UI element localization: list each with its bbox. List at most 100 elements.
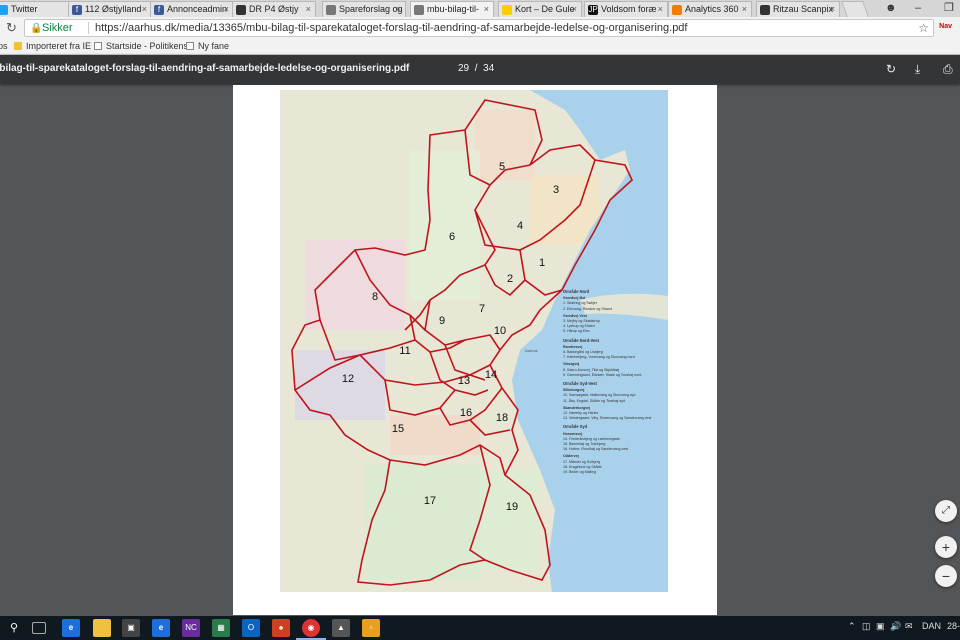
edge-icon[interactable]: e: [62, 619, 80, 637]
pdf-page: 1 2 3 4 5 6 7 8 9 10 11 12 13 14 15 16 17 18 19 Aarhus Omr…: [233, 85, 717, 615]
tab[interactable]: Twitter×: [0, 1, 78, 17]
tab-close-icon[interactable]: ×: [396, 2, 401, 17]
facebook-icon: f: [72, 5, 82, 15]
minimize-icon[interactable]: –: [915, 0, 921, 16]
district-number: 1: [539, 257, 545, 269]
bookmark-politiken[interactable]: Startside - Politikens: [94, 39, 188, 54]
map-legend: Område Nord Grenåvej Øst 1. Skæring og Søb…: [563, 286, 663, 475]
windows-taskbar: ⚲ e ▣ e NC ▦ O ♠ ◉ ▲ ▫ ⌃ ◫ ▣ 🔊 ✉ DAN 28-: [0, 616, 960, 640]
tab-label: 112 Østjylland: [85, 4, 142, 14]
district-number: 11: [399, 345, 410, 357]
district-tint: [480, 470, 540, 570]
extension-icon[interactable]: Nav: [939, 23, 952, 30]
legend-item: 2. Ellevang, Risskov og Strand: [563, 306, 612, 311]
download-icon[interactable]: ⤓: [915, 62, 920, 77]
tab[interactable]: f Annonceadmin ×: [150, 1, 234, 17]
tab[interactable]: Kort – De Gule ×: [498, 1, 582, 17]
legend-heading: Område Nord: [563, 289, 590, 294]
profile-icon[interactable]: ☻: [885, 0, 897, 16]
tab-label: DR P4 Østjy: [249, 4, 299, 14]
district-number: 2: [507, 273, 513, 285]
zoom-in-button[interactable]: +: [935, 536, 957, 558]
tab[interactable]: f 112 Østjylland ×: [68, 1, 152, 17]
tab-close-icon[interactable]: ×: [572, 2, 577, 17]
legend-item: 13. Viestergaard, Viby, Rosenvang og Søn…: [563, 416, 652, 421]
search-icon[interactable]: ⚲: [5, 619, 23, 637]
tab-close-icon[interactable]: ×: [306, 2, 311, 17]
tab-close-icon[interactable]: ×: [658, 2, 663, 17]
language-indicator[interactable]: DAN: [922, 621, 941, 631]
bookmarks-bar: ps Importeret fra IE Startside - Politik…: [0, 39, 960, 55]
rotate-icon[interactable]: ↻: [886, 62, 896, 76]
jp-icon: JP: [588, 5, 598, 15]
tab-close-icon[interactable]: ×: [142, 2, 147, 17]
page-indicator: 29 / 34: [458, 63, 494, 74]
tray-app-icon[interactable]: ▣: [876, 621, 885, 632]
secure-label[interactable]: Sikker: [42, 20, 73, 36]
lock-icon[interactable]: 🔒: [30, 21, 42, 37]
chrome-icon[interactable]: ◉: [296, 619, 326, 640]
url-text[interactable]: https://aarhus.dk/media/13365/mbu-bilag-…: [95, 20, 687, 36]
district-number: 4: [517, 220, 523, 232]
browser-toolbar: ↻ 🔒 Sikker https://aarhus.dk/media/13365…: [0, 17, 960, 39]
tab[interactable]: Analytics 360 ×: [668, 1, 752, 17]
tab[interactable]: Ritzau Scanpix ×: [756, 1, 840, 17]
bookmark-folder-ie[interactable]: Importeret fra IE: [14, 39, 91, 54]
message-icon[interactable]: ✉: [905, 621, 913, 632]
district-number: 8: [372, 291, 378, 303]
tab[interactable]: JP Voldsom foræ ×: [584, 1, 668, 17]
legend-item: 7. Katrinebjerg, Vorrevang og Skovvang n…: [563, 355, 635, 360]
page-icon: [186, 42, 194, 50]
task-view-icon[interactable]: [32, 622, 46, 634]
tab-label: Voldsom foræ: [601, 4, 657, 14]
facebook-icon: f: [154, 5, 164, 15]
tab-close-icon[interactable]: ×: [830, 2, 835, 17]
tray-chevron-icon[interactable]: ⌃: [848, 621, 856, 632]
store-icon[interactable]: ▣: [122, 619, 140, 637]
bookmark-star-icon[interactable]: ☆: [918, 20, 929, 36]
district-number: 18: [496, 412, 508, 424]
print-icon[interactable]: ⎙: [943, 62, 953, 77]
spotify-icon[interactable]: ♠: [272, 619, 290, 637]
tab-close-icon[interactable]: ×: [224, 2, 229, 17]
newscycle-icon[interactable]: NC: [182, 619, 200, 637]
photos-icon[interactable]: ▲: [332, 619, 350, 637]
tab-label: Analytics 360: [685, 4, 739, 14]
yellow-pages-icon: [502, 5, 512, 15]
file-explorer-icon[interactable]: [93, 619, 111, 637]
outlook-icon[interactable]: O: [242, 619, 260, 637]
volume-icon[interactable]: 🔊: [890, 621, 901, 632]
tab[interactable]: mbu-bilag-til- ×: [410, 1, 494, 17]
tab-label: Kort – De Gule: [515, 4, 575, 14]
reload-icon[interactable]: ↻: [6, 20, 17, 36]
district-tint: [365, 465, 480, 580]
address-bar[interactable]: 🔒 Sikker https://aarhus.dk/media/13365/m…: [24, 19, 934, 37]
excel-icon[interactable]: ▦: [212, 619, 230, 637]
district-number: 13: [458, 375, 470, 387]
tab-close-icon[interactable]: ×: [484, 2, 489, 17]
zoom-out-button[interactable]: −: [935, 565, 957, 587]
network-icon[interactable]: ◫: [862, 621, 871, 632]
tab-label: mbu-bilag-til-: [427, 4, 480, 14]
restore-icon[interactable]: ❐: [944, 0, 954, 16]
district-number: 16: [460, 407, 472, 419]
bookmark-label: Importeret fra IE: [26, 41, 92, 51]
tab-close-icon[interactable]: ×: [742, 2, 747, 17]
pdf-title: -bilag-til-sparekataloget-forslag-til-ae…: [0, 63, 410, 74]
fit-page-button[interactable]: ⤢: [935, 500, 957, 522]
bookmark-apps[interactable]: ps: [0, 39, 8, 54]
page-separator: /: [474, 63, 478, 74]
new-tab-button[interactable]: [841, 1, 869, 17]
current-page[interactable]: 29: [458, 63, 469, 74]
clock[interactable]: 28-: [947, 621, 960, 631]
tab[interactable]: Spareforslag og ×: [322, 1, 406, 17]
legend-heading: Område Syd: [563, 424, 588, 430]
tab[interactable]: DR P4 Østjy ×: [232, 1, 316, 17]
app-icon[interactable]: ▫: [362, 619, 380, 637]
bookmark-new-tab[interactable]: Ny fane: [186, 39, 229, 54]
ie-icon[interactable]: e: [152, 619, 170, 637]
pdf-icon: [414, 5, 424, 15]
tab-strip: Twitter×f112 Østjylland×fAnnonceadmin×DR…: [0, 0, 960, 17]
district-number: 10: [494, 325, 506, 337]
district-number: 5: [499, 161, 505, 173]
